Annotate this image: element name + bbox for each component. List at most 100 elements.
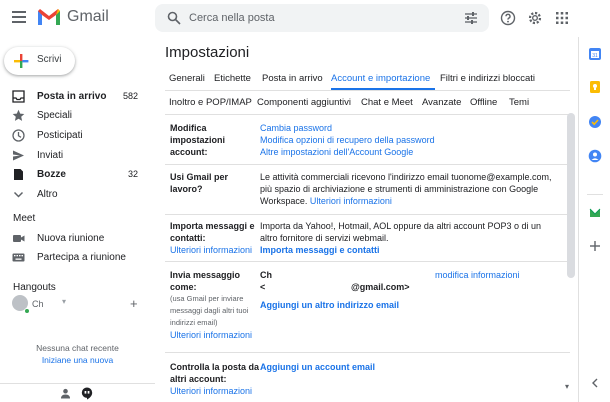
- import-description: Importa da Yahoo!, Hotmail, AOL oppure d…: [260, 221, 541, 243]
- meet-section-title: Meet: [13, 213, 36, 224]
- password-recovery-link[interactable]: Modifica opzioni di recupero della passw…: [260, 134, 560, 146]
- sidebar-item-label: Speciali: [37, 110, 73, 121]
- sidebar-item-label: Posticipati: [37, 130, 83, 141]
- hangouts-section-title: Hangouts: [13, 282, 56, 293]
- help-icon[interactable]: [500, 10, 516, 26]
- apps-grid-icon[interactable]: [554, 10, 570, 26]
- compose-button[interactable]: Scrivi: [4, 47, 75, 75]
- hangouts-quote-icon[interactable]: [81, 387, 93, 400]
- setting-label: Importa messaggi e contatti: Ulteriori i…: [170, 220, 260, 256]
- keep-icon[interactable]: [588, 80, 602, 94]
- hangouts-status-caret-icon[interactable]: ▾: [62, 297, 66, 306]
- setting-content: Cambia password Modifica opzioni di recu…: [260, 122, 560, 158]
- settings-tabs-row-2: Inoltro e POP/IMAP Componenti aggiuntivi…: [165, 93, 570, 115]
- setting-row-workspace: Usi Gmail per lavoro? Le attività commer…: [165, 171, 570, 215]
- expand-panel-chevron-icon[interactable]: [588, 376, 602, 390]
- add-email-account-button[interactable]: Aggiungi un account email: [260, 361, 560, 373]
- draft-icon: [14, 169, 23, 180]
- import-label: Importa messaggi e contatti:: [170, 221, 255, 243]
- meet-join-meeting[interactable]: Partecipa a riunione: [0, 248, 148, 268]
- setting-content: Aggiungi un account email: [260, 361, 560, 373]
- add-chat-icon[interactable]: +: [130, 296, 138, 311]
- page-title: Impostazioni: [165, 44, 250, 61]
- workspace-description: Le attività commerciali ricevono l'indir…: [260, 172, 552, 206]
- calendar-icon[interactable]: 31: [588, 47, 602, 61]
- chevron-down-icon: [13, 191, 24, 198]
- main-menu-icon[interactable]: [12, 11, 26, 23]
- tab-addons[interactable]: Componenti aggiuntivi: [257, 97, 351, 108]
- add-another-address-button[interactable]: Aggiungi un altro indirizzo email: [260, 299, 399, 311]
- online-status-dot: [24, 308, 30, 314]
- search-icon[interactable]: [167, 11, 181, 25]
- main-scrollbar[interactable]: [567, 113, 575, 278]
- learn-more-link[interactable]: Ulteriori informazioni: [310, 196, 392, 206]
- send-as-label: Invia messaggio come:: [170, 270, 241, 292]
- search-options-icon[interactable]: [464, 11, 478, 25]
- compose-label: Scrivi: [37, 54, 62, 65]
- sidebar-item-snoozed[interactable]: Posticipati: [0, 126, 148, 146]
- edit-info-link[interactable]: modifica informazioni: [435, 269, 520, 281]
- setting-row-check-mail: Controlla la posta da altri account: Ult…: [165, 361, 570, 402]
- settings-gear-icon[interactable]: [527, 10, 543, 26]
- sidebar-item-inbox[interactable]: Posta in arrivo 582: [0, 87, 148, 107]
- sidebar-item-drafts[interactable]: Bozze 32: [0, 165, 148, 185]
- learn-more-link[interactable]: Ulteriori informazioni: [170, 244, 260, 256]
- setting-content: Importa da Yahoo!, Hotmail, AOL oppure d…: [260, 220, 560, 256]
- settings-main: Impostazioni Generali Etichette Posta in…: [155, 37, 577, 402]
- no-chat-text: Nessuna chat recente: [36, 343, 119, 353]
- video-icon: [13, 235, 25, 242]
- search-input[interactable]: [189, 9, 449, 27]
- tab-accounts-import[interactable]: Account e importazione: [331, 73, 430, 84]
- sidebar-item-sent[interactable]: Inviati: [0, 146, 148, 166]
- send-icon: [13, 150, 24, 161]
- setting-content: Le attività commerciali ricevono l'indir…: [260, 171, 560, 207]
- learn-more-link[interactable]: Ulteriori informazioni: [170, 385, 260, 397]
- send-as-email-domain: @gmail.com>: [351, 282, 410, 292]
- contacts-person-icon[interactable]: [60, 388, 71, 399]
- google-account-settings-link[interactable]: Altre impostazioni dell'Account Google: [260, 146, 560, 158]
- meet-new-meeting[interactable]: Nuova riunione: [0, 229, 148, 249]
- sidebar-item-label: Bozze: [37, 169, 66, 180]
- unread-count: 582: [122, 91, 138, 101]
- meet-item-label: Nuova riunione: [37, 233, 105, 244]
- tab-themes[interactable]: Temi: [509, 97, 529, 108]
- tab-chat-meet[interactable]: Chat e Meet: [361, 97, 413, 108]
- gmail-logo-icon: [38, 9, 60, 25]
- tab-inbox[interactable]: Posta in arrivo: [262, 73, 323, 84]
- setting-row-send-as: Invia messaggio come: (usa Gmail per inv…: [165, 269, 570, 353]
- hangouts-user-name[interactable]: Ch: [32, 299, 44, 309]
- sidebar-item-label: Inviati: [37, 150, 64, 161]
- search-box[interactable]: [155, 4, 489, 32]
- inbox-icon: [12, 90, 25, 103]
- setting-label: Controlla la posta da altri account: Ult…: [170, 361, 260, 397]
- scroll-down-arrow-icon[interactable]: ▾: [565, 382, 569, 391]
- top-bar: Gmail: [0, 0, 610, 37]
- tab-general[interactable]: Generali: [169, 73, 205, 84]
- left-sidebar: Scrivi Posta in arrivo 582 Speciali Post…: [0, 37, 155, 402]
- drafts-count: 32: [127, 169, 138, 179]
- tab-offline[interactable]: Offline: [470, 97, 497, 108]
- change-password-link[interactable]: Cambia password: [260, 122, 560, 134]
- tab-advanced[interactable]: Avanzate: [422, 97, 461, 108]
- send-as-email-prefix: <: [260, 282, 266, 292]
- plus-icon: [14, 54, 29, 68]
- start-new-chat-link[interactable]: Iniziane una nuova: [0, 355, 155, 365]
- settings-tabs-row-1: Generali Etichette Posta in arrivo Accou…: [165, 69, 570, 91]
- sidebar-item-starred[interactable]: Speciali: [0, 106, 148, 126]
- tab-forwarding[interactable]: Inoltro e POP/IMAP: [169, 97, 252, 108]
- get-addons-plus-icon[interactable]: [588, 239, 602, 253]
- setting-row-change-account: Modifica impostazioni account: Cambia pa…: [165, 122, 570, 165]
- panel-divider: [587, 194, 603, 195]
- learn-more-link[interactable]: Ulteriori informazioni: [170, 329, 260, 341]
- addon-icon[interactable]: [588, 206, 602, 220]
- sidebar-item-label: Altro: [37, 189, 58, 200]
- tab-labels[interactable]: Etichette: [214, 73, 251, 84]
- tab-filters[interactable]: Filtri e indirizzi bloccati: [440, 73, 535, 84]
- sidebar-item-more[interactable]: Altro: [0, 185, 148, 205]
- setting-label: Usi Gmail per lavoro?: [170, 172, 229, 194]
- tasks-icon[interactable]: [588, 115, 602, 129]
- setting-label: Invia messaggio come: (usa Gmail per inv…: [170, 269, 260, 341]
- import-messages-button[interactable]: Importa messaggi e contatti: [260, 244, 560, 256]
- contacts-icon[interactable]: [588, 149, 602, 163]
- app-name: Gmail: [67, 8, 109, 25]
